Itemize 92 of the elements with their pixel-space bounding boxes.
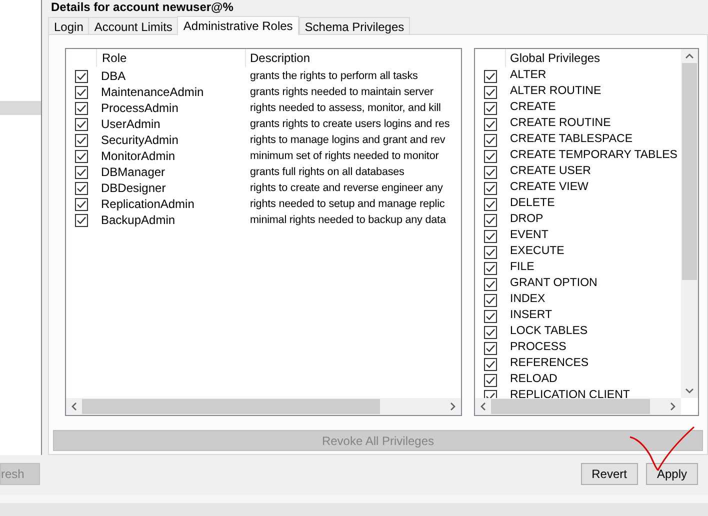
checkbox[interactable]: [484, 230, 497, 242]
privilege-name: RELOAD: [509, 372, 558, 388]
scroll-left-icon[interactable]: [480, 402, 486, 411]
checkbox[interactable]: [75, 70, 88, 82]
horizontal-scrollbar[interactable]: [66, 398, 461, 415]
privilege-name: CREATE TABLESPACE: [509, 132, 632, 148]
role-name: DBDesigner: [100, 180, 167, 197]
checkbox[interactable]: [484, 102, 497, 114]
role-name: SecurityAdmin: [100, 132, 180, 149]
privilege-name: DELETE: [509, 196, 555, 212]
scroll-right-icon[interactable]: [670, 402, 676, 411]
column-header[interactable]: Role: [97, 49, 246, 67]
privilege-name: CREATE ROUTINE: [509, 116, 611, 132]
vertical-scrollbar[interactable]: [681, 49, 698, 398]
checkbox[interactable]: [75, 86, 88, 98]
privilege-name: EXECUTE: [509, 244, 564, 260]
role-description: rights to create and reverse engineer any: [249, 180, 443, 196]
dialog-button[interactable]: Apply: [646, 463, 698, 485]
role-name: DBManager: [100, 164, 166, 181]
checkbox[interactable]: [484, 246, 497, 258]
checkbox[interactable]: [484, 86, 497, 98]
role-name: MonitorAdmin: [100, 148, 176, 165]
tab[interactable]: Schema Privileges: [298, 17, 410, 34]
privilege-name: INDEX: [509, 292, 546, 308]
checkbox[interactable]: [484, 198, 497, 210]
scrollbar-thumb[interactable]: [82, 399, 380, 414]
checkbox[interactable]: [484, 374, 497, 386]
checkbox[interactable]: [484, 70, 497, 82]
privilege-name: LOCK TABLES: [509, 324, 588, 340]
privilege-name: CREATE TEMPORARY TABLES: [509, 148, 678, 164]
checkbox[interactable]: [484, 294, 497, 306]
scroll-left-icon[interactable]: [71, 402, 77, 411]
scroll-down-icon[interactable]: [685, 388, 694, 394]
privilege-name: ALTER: [509, 68, 546, 84]
column-header[interactable]: Global Privileges: [506, 49, 600, 67]
scrollbar-thumb[interactable]: [491, 399, 650, 414]
role-description: rights needed to setup and manage replic: [249, 196, 445, 212]
checkbox[interactable]: [484, 166, 497, 178]
checkbox[interactable]: [484, 150, 497, 162]
tab[interactable]: Administrative Roles: [177, 16, 299, 35]
role-name: BackupAdmin: [100, 212, 176, 229]
privilege-name: GRANT OPTION: [509, 276, 598, 292]
role-description: rights to manage logins and grant and rev: [249, 132, 446, 148]
tab[interactable]: Account Limits: [88, 17, 178, 34]
checkbox[interactable]: [484, 342, 497, 354]
checkbox[interactable]: [484, 134, 497, 146]
role-name: ProcessAdmin: [100, 100, 180, 117]
dialog-button[interactable]: Revert: [580, 463, 638, 485]
checkbox[interactable]: [75, 182, 88, 194]
role-description: grants rights to create users logins and res: [249, 116, 450, 132]
privilege-name: REFERENCES: [509, 356, 589, 372]
privilege-name: EVENT: [509, 228, 548, 244]
checkbox[interactable]: [75, 134, 88, 146]
privilege-name: DROP: [509, 212, 544, 228]
role-description: minimal rights needed to backup any data: [249, 212, 446, 228]
privilege-name: INSERT: [509, 308, 552, 324]
role-name: UserAdmin: [100, 116, 162, 133]
checkbox[interactable]: [484, 278, 497, 290]
role-description: grants full rights on all databases: [249, 164, 404, 180]
privilege-name: CREATE: [509, 100, 556, 116]
checkbox[interactable]: [484, 118, 497, 130]
role-description: grants rights needed to maintain server: [249, 84, 434, 100]
privilege-name: PROCESS: [509, 340, 566, 356]
checkbox[interactable]: [75, 198, 88, 210]
checkbox[interactable]: [484, 262, 497, 274]
privilege-name: ALTER ROUTINE: [509, 84, 602, 100]
role-description: minimum set of rights needed to monitor: [249, 148, 439, 164]
tab[interactable]: Login: [48, 17, 90, 34]
scrollbar-thumb[interactable]: [682, 63, 697, 280]
checkbox[interactable]: [75, 118, 88, 130]
column-header[interactable]: Description: [246, 49, 310, 67]
privilege-name: CREATE VIEW: [509, 180, 588, 196]
checkbox[interactable]: [484, 358, 497, 370]
role-description: grants the rights to perform all tasks: [249, 68, 418, 84]
checkbox[interactable]: [75, 102, 88, 114]
role-name: DBA: [100, 68, 127, 85]
checkbox[interactable]: [75, 166, 88, 178]
checkbox[interactable]: [484, 214, 497, 226]
checkbox[interactable]: [484, 182, 497, 194]
role-name: MaintenanceAdmin: [100, 84, 205, 101]
role-name: ReplicationAdmin: [100, 196, 196, 213]
checkbox[interactable]: [484, 310, 497, 322]
horizontal-scrollbar[interactable]: [475, 398, 681, 415]
checkbox[interactable]: [75, 214, 88, 226]
checkbox[interactable]: [75, 150, 88, 162]
privilege-name: FILE: [509, 260, 534, 276]
role-description: rights needed to assess, monitor, and kill: [249, 100, 441, 116]
scroll-right-icon[interactable]: [450, 402, 456, 411]
privilege-name: CREATE USER: [509, 164, 591, 180]
scroll-up-icon[interactable]: [685, 53, 694, 59]
checkbox[interactable]: [484, 326, 497, 338]
account-details-title: Details for account newuser@%: [50, 0, 234, 14]
